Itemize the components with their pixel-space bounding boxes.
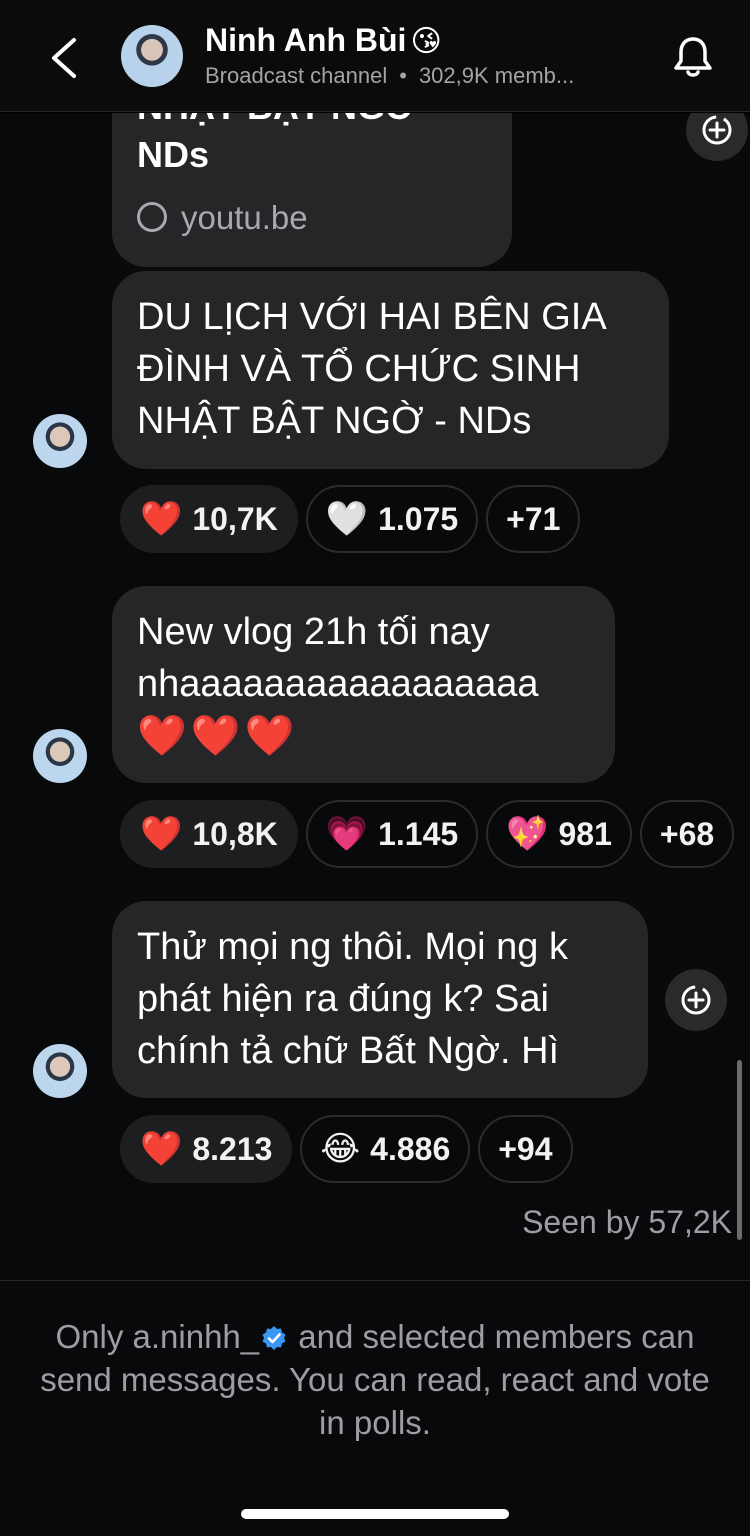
home-indicator[interactable] (241, 1509, 509, 1519)
message-line: ❤️❤️❤️ (137, 714, 299, 758)
message-list[interactable]: NHẬT BẬT NGỜ - NDs youtu.be DU LỊCH VỚI … (0, 113, 750, 1280)
globe-icon (137, 202, 167, 232)
channel-footer: Only a.ninhh_ and selected members can s… (0, 1280, 750, 1536)
chevron-left-icon[interactable] (44, 34, 84, 82)
message-line: nhaaaaaaaaaaaaaaaaa (137, 663, 539, 705)
sender-avatar[interactable] (33, 414, 87, 468)
message-line: ĐÌNH VÀ TỔ CHỨC SINH (137, 348, 581, 390)
reaction-more-count: +68 (659, 815, 715, 852)
share-button[interactable] (665, 969, 727, 1031)
reaction-more-count: +94 (498, 1130, 553, 1167)
scrollbar[interactable] (737, 1060, 742, 1240)
reaction-count: 8.213 (192, 1130, 273, 1167)
channel-header: Ninh Anh Bùi 😘 Broadcast channel • 302,9K m… (0, 0, 750, 112)
bell-icon[interactable] (670, 34, 716, 80)
sparkling-heart-emoji: 💖 (506, 815, 549, 853)
channel-subtitle: Broadcast channel • 302,9K memb... (205, 63, 635, 89)
message-line: chính tả chữ Bất Ngờ. Hì (137, 1030, 560, 1072)
reaction-laughing[interactable]: 😂 4.886 (300, 1115, 471, 1183)
permission-notice: Only a.ninhh_ and selected members can s… (40, 1315, 710, 1444)
reactions-row: ❤️ 8.213 😂 4.886 +94 (120, 1115, 573, 1183)
message-line: DU LỊCH VỚI HAI BÊN GIA (137, 296, 607, 338)
kissing-face-emoji: 😘 (410, 25, 442, 58)
channel-avatar[interactable] (121, 25, 183, 87)
verified-badge-icon (262, 1326, 286, 1350)
channel-title[interactable]: Ninh Anh Bùi 😘 (205, 22, 442, 59)
message-line: NHẬT BẬT NGỜ - NDs (137, 400, 532, 442)
share-plus-icon (702, 115, 732, 145)
reaction-count: 981 (558, 815, 612, 852)
reaction-more-count: +71 (506, 500, 561, 537)
channel-name: Ninh Anh Bùi (205, 22, 407, 58)
channel-type: Broadcast channel (205, 63, 388, 88)
white-heart-emoji: 🤍 (325, 500, 369, 538)
reaction-sparkling-heart[interactable]: 💖 981 (486, 800, 632, 868)
growing-heart-emoji: 💗 (325, 815, 369, 853)
link-preview-card[interactable]: NHẬT BẬT NGỜ - NDs youtu.be (112, 113, 512, 267)
reaction-more[interactable]: +94 (478, 1115, 573, 1183)
link-preview-domain: youtu.be (137, 199, 308, 237)
message-bubble[interactable]: New vlog 21h tối nay nhaaaaaaaaaaaaaaaaa… (112, 586, 615, 783)
reaction-growing-heart[interactable]: 💗 1.145 (305, 800, 479, 868)
reactions-row: ❤️ 10,8K 💗 1.145 💖 981 +68 (120, 800, 735, 868)
message-bubble[interactable]: DU LỊCH VỚI HAI BÊN GIA ĐÌNH VÀ TỔ CHỨC … (112, 271, 669, 469)
reaction-heart[interactable]: ❤️ 8.213 (120, 1115, 293, 1183)
link-preview-title: NHẬT BẬT NGỜ - NDs (137, 113, 438, 175)
reaction-white-heart[interactable]: 🤍 1.075 (305, 485, 479, 553)
reaction-count: 10,8K (192, 815, 278, 852)
reactions-row: ❤️ 10,7K 🤍 1.075 +71 (120, 485, 581, 553)
member-count: 302,9K memb... (418, 63, 575, 88)
share-plus-icon (681, 985, 711, 1015)
reaction-count: 1.145 (378, 815, 459, 852)
heart-emoji: ❤️ (140, 815, 183, 853)
reaction-more[interactable]: +71 (486, 485, 581, 553)
separator-dot: • (399, 63, 407, 88)
message-line: New vlog 21h tối nay (137, 611, 490, 653)
reaction-more[interactable]: +68 (639, 800, 735, 868)
seen-by-count: Seen by 57,2K (522, 1204, 732, 1240)
reaction-count: 4.886 (370, 1130, 451, 1167)
message-line: Thử mọi ng thôi. Mọi ng k (137, 926, 568, 968)
heart-emoji: ❤️ (140, 1130, 183, 1168)
sender-avatar[interactable] (33, 729, 87, 783)
sender-avatar[interactable] (33, 1044, 87, 1098)
reaction-count: 10,7K (192, 500, 278, 537)
notice-prefix: Only a.ninhh_ (55, 1318, 260, 1355)
reaction-heart[interactable]: ❤️ 10,7K (120, 485, 298, 553)
message-line: phát hiện ra đúng k? Sai (137, 978, 549, 1020)
message-bubble[interactable]: Thử mọi ng thôi. Mọi ng k phát hiện ra đ… (112, 901, 648, 1098)
reaction-count: 1.075 (378, 500, 459, 537)
reaction-heart[interactable]: ❤️ 10,8K (120, 800, 298, 868)
tears-of-joy-emoji: 😂 (320, 1130, 361, 1168)
link-domain-text: youtu.be (181, 199, 308, 236)
share-button[interactable] (686, 113, 748, 161)
heart-emoji: ❤️ (140, 500, 183, 538)
